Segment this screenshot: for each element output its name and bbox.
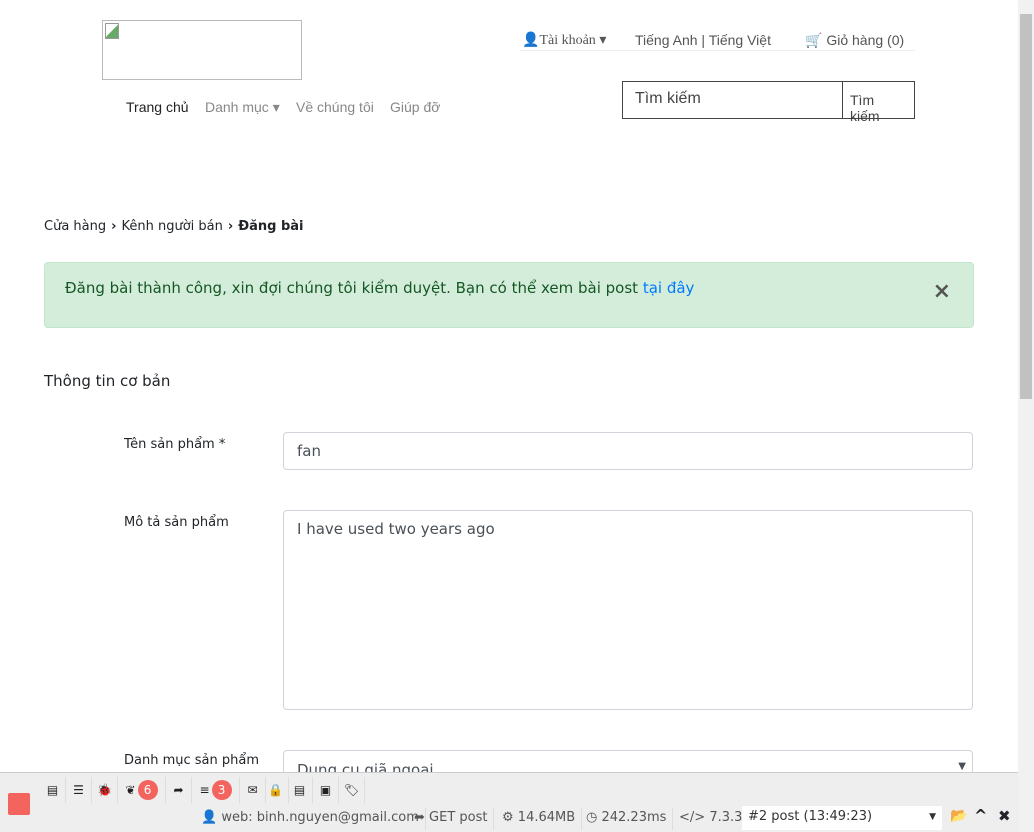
views-badge: 6 <box>137 780 158 800</box>
cart-icon: 🛒 <box>805 32 823 48</box>
breadcrumb-seller[interactable]: Kênh người bán <box>121 219 222 234</box>
queries-badge: 3 <box>211 780 232 800</box>
product-description-textarea[interactable]: I have used two years ago <box>283 510 973 710</box>
php-text: 7.3.3 <box>709 810 743 825</box>
search-button[interactable]: Tìm kiếm <box>842 81 915 124</box>
cart-label: Giỏ hàng (0) <box>826 32 905 48</box>
debug-bar: ▤ ☰ 🐞 ❦ 6 ➦ ≡ 3 ✉ 🔒 ▤ ▣ 🏷 👤 web: binh.nguy… <box>0 772 1018 832</box>
time-text: 242.23ms <box>601 810 667 825</box>
request-select-value: #2 post (13:49:23) <box>748 809 873 824</box>
alert-text: Đăng bài thành công, xin đợi chúng tôi k… <box>65 279 643 297</box>
cart-link[interactable]: 🛒 Giỏ hàng (0) <box>805 32 904 49</box>
account-dropdown[interactable]: 👤Tài khoản ▾ <box>522 32 606 49</box>
views-tab[interactable]: ❦ 6 <box>118 777 166 803</box>
messages-icon[interactable]: ▤ <box>40 777 66 803</box>
memory-stat: ⚙ 14.64MB <box>496 808 583 830</box>
php-stat: </> 7.3.3 <box>673 808 750 830</box>
chevron-right-icon: › <box>111 219 117 234</box>
product-name-input[interactable]: fan <box>283 432 973 470</box>
name-label: Tên sản phẩm * <box>124 437 226 452</box>
lock-icon[interactable]: 🔒 <box>263 777 289 803</box>
breadcrumb-current: Đăng bài <box>238 219 304 234</box>
scrollbar-thumb[interactable] <box>1020 14 1032 399</box>
chevron-up-icon[interactable]: ^ <box>974 806 987 825</box>
tags-icon[interactable]: 🏷 <box>339 777 365 803</box>
nav-help[interactable]: Giúp đỡ <box>390 99 440 115</box>
route-icon[interactable]: ➦ <box>166 777 192 803</box>
category-label: Danh mục sản phẩm <box>124 753 260 768</box>
timeline-icon[interactable]: ☰ <box>66 777 92 803</box>
view-post-link[interactable]: tại đây <box>643 279 695 297</box>
description-label: Mô tả sản phẩm <box>124 515 229 530</box>
queries-tab[interactable]: ≡ 3 <box>192 777 240 803</box>
archive-icon[interactable]: ▣ <box>313 777 339 803</box>
breadcrumb: Cửa hàng › Kênh người bán › Đăng bài <box>44 219 304 234</box>
chevron-down-icon: ▼ <box>929 812 936 822</box>
memory-text: 14.64MB <box>517 810 576 825</box>
request-stat: ➦ GET post <box>408 808 495 830</box>
scrollbar[interactable] <box>1018 0 1034 832</box>
time-stat: ◷ 242.23ms <box>580 808 674 830</box>
close-debugbar-icon[interactable]: ✖ <box>998 807 1011 825</box>
user-stat: 👤 web: binh.nguyen@gmail.com <box>195 808 426 830</box>
divider <box>520 50 915 51</box>
success-alert: Đăng bài thành công, xin đợi chúng tôi k… <box>44 262 974 328</box>
database-icon: ≡ <box>199 783 210 797</box>
nav-home[interactable]: Trang chủ <box>126 99 189 115</box>
section-title: Thông tin cơ bản <box>44 372 171 390</box>
chevron-right-icon: › <box>227 219 234 234</box>
language-switch[interactable]: Tiếng Anh | Tiếng Việt <box>635 32 771 48</box>
nav-category-label: Danh mục <box>205 99 269 115</box>
folder-open-icon[interactable]: 📂 <box>950 808 967 824</box>
site-logo[interactable] <box>102 20 302 80</box>
nav-about[interactable]: Về chúng tôi <box>296 99 374 115</box>
nav-category[interactable]: Danh mục ▾ <box>205 99 280 116</box>
request-icon[interactable]: ▤ <box>287 777 313 803</box>
breadcrumb-store[interactable]: Cửa hàng <box>44 219 106 234</box>
search-input[interactable]: Tìm kiếm <box>622 81 843 119</box>
request-text: GET post <box>429 810 488 825</box>
exceptions-icon[interactable]: 🐞 <box>92 777 118 803</box>
chevron-down-icon: ▼ <box>958 761 966 772</box>
leaf-icon: ❦ <box>125 783 136 797</box>
close-icon[interactable]: × <box>933 279 951 304</box>
user-text: web: binh.nguyen@gmail.com <box>221 810 419 825</box>
broken-image-icon <box>105 23 119 39</box>
account-label: Tài khoản <box>539 33 596 48</box>
laravel-logo-icon[interactable] <box>8 793 30 815</box>
request-select[interactable]: #2 post (13:49:23) ▼ <box>742 806 942 830</box>
